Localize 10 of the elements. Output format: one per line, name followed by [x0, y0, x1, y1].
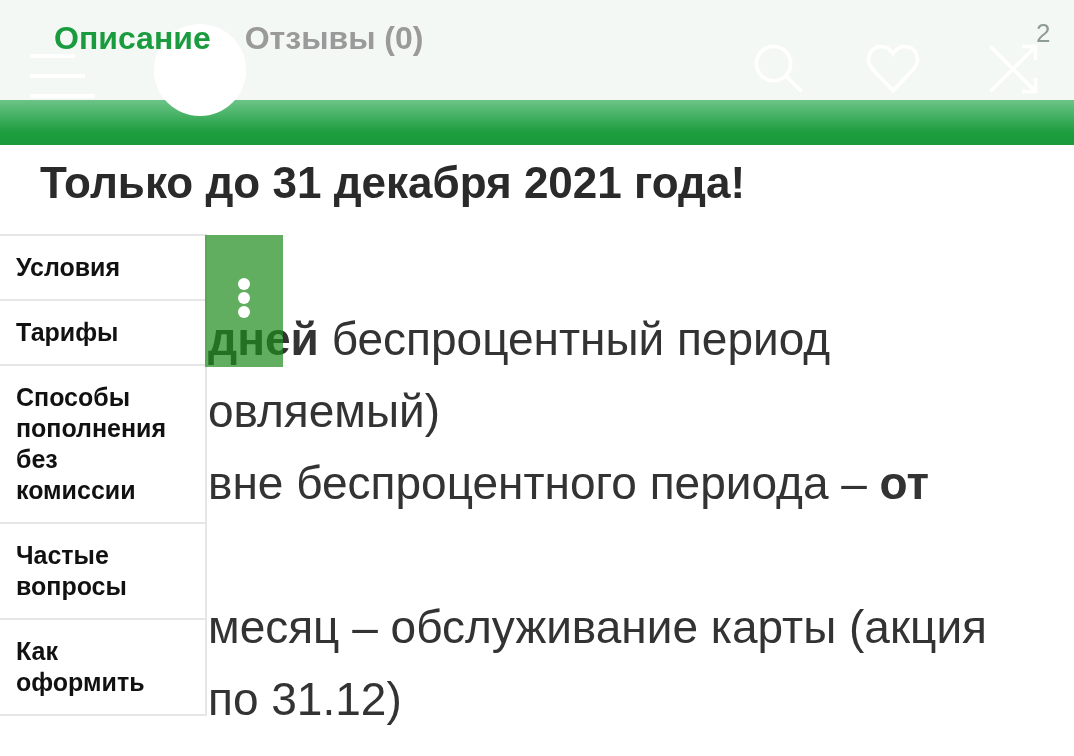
body-text: по 31.12) — [208, 672, 403, 727]
body-text: вне беспроцентного периода – от — [208, 456, 931, 511]
badge-count: 2 — [1036, 18, 1051, 49]
body-text: месяц – обслуживание карты (акция — [208, 600, 988, 655]
menu-item[interactable]: Частые вопросы — [0, 524, 205, 620]
menu-item[interactable]: Как оформить — [0, 620, 205, 714]
heading: Только до 31 декабря 2021 года! — [40, 157, 747, 209]
body-text: овляемый) — [208, 384, 441, 439]
more-icon — [237, 277, 251, 319]
menu-item[interactable]: Способы пополнения без комиссии — [0, 366, 205, 524]
